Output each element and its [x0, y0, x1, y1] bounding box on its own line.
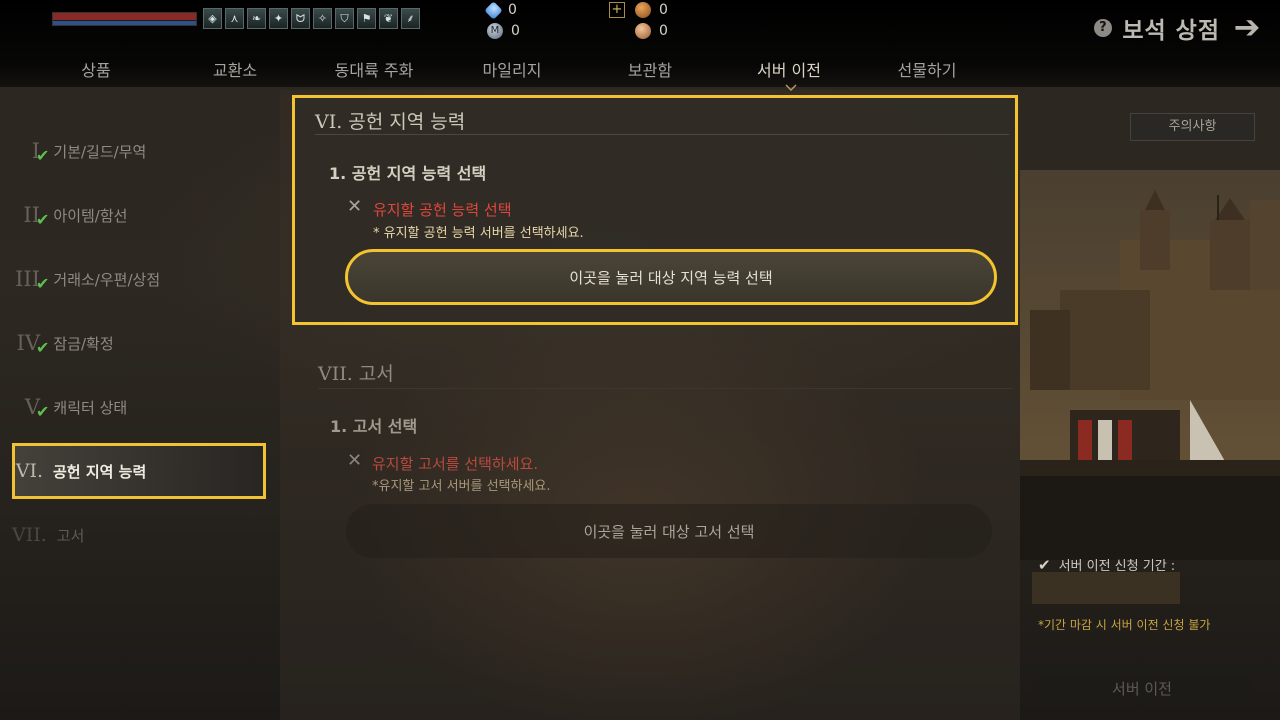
contribution-section: VI. 공헌 지역 능력 1. 공헌 지역 능력 선택 ✕ 유지할 공헌 능력 … [292, 95, 1018, 325]
tab-products[interactable]: 상품 [36, 57, 156, 81]
buff-wing-icon[interactable]: ❧ [247, 8, 266, 29]
section-subtitle: 1. 공헌 지역 능력 선택 [329, 164, 487, 183]
coin-currency: 0 [635, 23, 668, 39]
mileage-icon: M [487, 23, 503, 39]
help-icon[interactable]: ? [1094, 19, 1113, 37]
selection-note: *유지할 고서 서버를 선택하세요. [372, 479, 551, 494]
tab-server-transfer[interactable]: 서버 이전 [729, 57, 849, 81]
sidebar-item-number: VI. [15, 460, 43, 482]
selection-warning: 유지할 고서를 선택하세요. [372, 455, 539, 473]
section-subtitle: 1. 고서 선택 [330, 417, 418, 436]
selection-warning: 유지할 공헌 능력 선택 [373, 201, 512, 219]
notice-button[interactable]: 주의사항 [1130, 113, 1255, 141]
sidebar-item-label: 잠금/확정 [53, 334, 114, 353]
unselected-x-icon: ✕ [347, 450, 363, 471]
exit-arrow-icon[interactable]: ➔ [1230, 10, 1264, 44]
sidebar-item-basic[interactable]: I ✔ 기본/길드/무역 [12, 123, 266, 179]
tab-gift[interactable]: 선물하기 [867, 57, 987, 81]
section-divider [315, 134, 1009, 135]
gem-currency: 0 [484, 0, 517, 20]
tab-bar: 상품 교환소 동대륙 주화 마일리지 보관함 서버 이전 선물하기 [0, 52, 1050, 88]
select-region-ability-button[interactable]: 이곳을 눌러 대상 지역 능력 선택 [345, 249, 997, 305]
sidebar-item-label: 거래소/우편/상점 [53, 270, 161, 289]
tab-mileage[interactable]: 마일리지 [452, 57, 572, 81]
buff-bird-icon[interactable]: ᗢ [291, 8, 310, 29]
coin-icon [635, 23, 651, 39]
sidebar-item-number: VII. [12, 524, 47, 546]
buff-figure-icon[interactable]: ⋏ [225, 8, 244, 29]
buff-feather-icon[interactable]: ✦ [269, 8, 288, 29]
check-icon: ✔ [36, 209, 50, 229]
buff-shield-icon[interactable]: ◈ [203, 8, 222, 29]
selection-note: * 유지할 공헌 능력 서버를 선택하세요. [373, 226, 584, 241]
deadline-note: *기간 마감 시 서버 이전 신청 불가 [1038, 618, 1211, 632]
sidebar-item-label: 기본/길드/무역 [53, 142, 147, 161]
mileage-currency: M 0 [487, 23, 520, 39]
sidebar-item-label: 캐릭터 상태 [53, 398, 128, 417]
active-tab-indicator-icon [785, 84, 797, 92]
check-icon: ✔ [1038, 555, 1051, 574]
check-icon: ✔ [36, 337, 50, 357]
gem-icon [484, 0, 503, 20]
shop-title-text: 보석 상점 [1122, 18, 1220, 44]
books-section: VII. 고서 1. 고서 선택 ✕ 유지할 고서를 선택하세요. *유지할 고… [292, 350, 1018, 570]
unselected-x-icon: ✕ [347, 196, 363, 217]
buff-sword-icon[interactable]: ✧ [313, 8, 332, 29]
apply-period-value [1032, 572, 1180, 604]
mileage-count: 0 [511, 23, 520, 39]
tab-exchange[interactable]: 교환소 [175, 57, 295, 81]
tab-east-coin[interactable]: 동대륙 주화 [314, 57, 434, 81]
bronze-currency: + 0 [609, 2, 668, 18]
sidebar-item-books[interactable]: VII. 고서 [12, 507, 266, 563]
check-icon: ✔ [36, 145, 50, 165]
gem-count: 0 [508, 2, 517, 18]
sidebar-item-label: 고서 [56, 526, 85, 545]
sidebar-item-lock[interactable]: IV ✔ 잠금/확정 [12, 315, 266, 371]
coin-count: 0 [659, 23, 668, 39]
tab-storage[interactable]: 보관함 [590, 57, 710, 81]
section-title: VII. 고서 [318, 363, 394, 385]
shop-title: ? 보석 상점 [1094, 11, 1220, 45]
bronze-count: 0 [659, 2, 668, 18]
check-icon: ✔ [36, 273, 50, 293]
sidebar-item-label: 아이템/함선 [53, 206, 128, 225]
buff-crest-icon[interactable]: ⛉ [335, 8, 354, 29]
sidebar-item-contribution[interactable]: VI. 공헌 지역 능력 [12, 443, 266, 499]
select-book-button[interactable]: 이곳을 눌러 대상 고서 선택 [346, 504, 992, 558]
right-panel: 주의사항 ✔ 서버 이전 신청 기간: *기간 마감 시 서버 이전 신청 불… [1020, 90, 1280, 720]
mana-bar [53, 21, 196, 25]
health-bar [53, 13, 196, 20]
castle-scene-image [1020, 170, 1280, 560]
section-title: VI. 공헌 지역 능력 [315, 111, 466, 133]
sidebar-item-items[interactable]: II ✔ 아이템/함선 [12, 187, 266, 243]
buff-swirl-icon[interactable]: ❦ [379, 8, 398, 29]
top-bar: ◈ ⋏ ❧ ✦ ᗢ ✧ ⛉ ⚑ ❦ ⸙ 0 M 0 + 0 0 ? 보석 상점 … [0, 0, 1280, 88]
buff-leaf-icon[interactable]: ⸙ [401, 8, 420, 29]
player-status-bar [52, 12, 197, 26]
sidebar-item-label: 공헌 지역 능력 [53, 462, 147, 481]
sidebar-item-market[interactable]: III ✔ 거래소/우편/상점 [12, 251, 266, 307]
add-currency-button[interactable]: + [609, 2, 625, 18]
sidebar-item-character[interactable]: V ✔ 캐릭터 상태 [12, 379, 266, 435]
check-icon: ✔ [36, 401, 50, 421]
server-transfer-button[interactable]: 서버 이전 [1032, 674, 1252, 704]
buff-flag-icon[interactable]: ⚑ [357, 8, 376, 29]
castle-illustration [1020, 170, 1280, 560]
buff-icons: ◈ ⋏ ❧ ✦ ᗢ ✧ ⛉ ⚑ ❦ ⸙ [203, 8, 420, 29]
section-sidebar: I ✔ 기본/길드/무역 II ✔ 아이템/함선 III ✔ 거래소/우편/상점… [0, 90, 280, 720]
section-divider [318, 388, 1012, 389]
bronze-icon [635, 2, 651, 18]
